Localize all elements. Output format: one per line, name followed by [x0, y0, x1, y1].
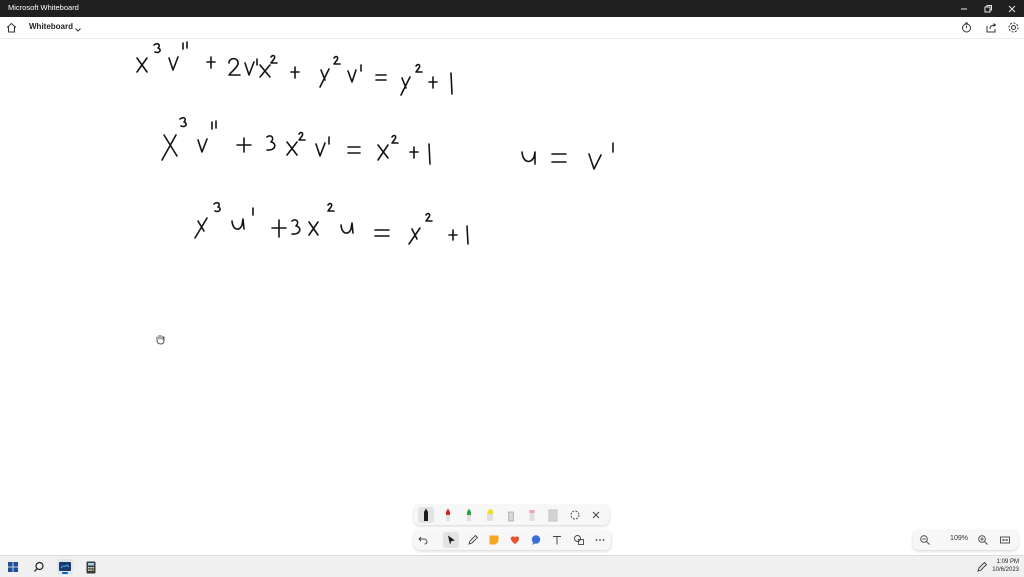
zoom-level[interactable]: 109%	[944, 535, 974, 542]
green-pen-icon[interactable]	[461, 507, 477, 523]
close-icon[interactable]	[1000, 0, 1024, 17]
equation-side-note	[521, 142, 614, 170]
timer-icon[interactable]	[960, 21, 973, 34]
eraser-icon[interactable]	[503, 507, 519, 523]
windows-start-icon[interactable]	[5, 559, 21, 575]
lasso-select-icon[interactable]	[567, 507, 583, 523]
black-pen-icon[interactable]	[418, 507, 434, 523]
settings-icon[interactable]	[1007, 21, 1020, 34]
pen-menu-icon[interactable]	[974, 559, 990, 575]
window-title: Microsoft Whiteboard	[8, 3, 79, 12]
select-arrow-icon[interactable]	[443, 532, 459, 548]
taskbar: 1:09 PM 10/6/2023	[0, 555, 1024, 577]
equation-line-1	[136, 41, 453, 96]
title-bar: Microsoft Whiteboard	[0, 0, 1024, 17]
zoom-in-icon[interactable]	[975, 532, 991, 548]
restore-icon[interactable]	[976, 0, 1000, 17]
red-pen-icon[interactable]	[440, 507, 456, 523]
hand-cursor-icon	[154, 332, 166, 345]
chat-bubble-icon[interactable]	[528, 532, 544, 548]
clock-time: 1:09 PM	[996, 559, 1019, 565]
equation-line-3	[194, 201, 469, 245]
more-options-icon[interactable]	[592, 532, 608, 548]
chevron-down-icon[interactable]	[74, 22, 82, 32]
app-bar: Whiteboard	[0, 17, 1024, 39]
pink-pen-icon[interactable]	[524, 507, 540, 523]
board-name-button[interactable]: Whiteboard	[29, 22, 73, 31]
pen-toolbar	[414, 505, 609, 525]
share-icon[interactable]	[985, 21, 998, 34]
active-app-indicator	[62, 572, 68, 574]
zoom-control: 109%	[913, 530, 1018, 550]
calculator-app-icon[interactable]	[83, 559, 99, 575]
fit-to-screen-icon[interactable]	[997, 532, 1013, 548]
close-icon[interactable]	[588, 507, 604, 523]
undo-icon[interactable]	[415, 532, 431, 548]
zoom-out-icon[interactable]	[917, 532, 933, 548]
minimize-icon[interactable]	[952, 0, 976, 17]
yellow-highlighter-icon[interactable]	[482, 507, 498, 523]
whiteboard-app-icon[interactable]	[57, 559, 73, 575]
sticky-note-icon[interactable]	[486, 532, 502, 548]
clock-date: 10/6/2023	[992, 567, 1019, 573]
shapes-icon[interactable]	[571, 532, 587, 548]
inking-pen-icon[interactable]	[465, 532, 481, 548]
home-icon[interactable]	[5, 21, 18, 34]
system-clock[interactable]: 1:09 PM 10/6/2023	[992, 558, 1019, 574]
ruler-icon[interactable]	[545, 507, 561, 523]
ink-layer	[136, 41, 614, 245]
search-icon[interactable]	[31, 559, 47, 575]
text-icon[interactable]	[549, 532, 565, 548]
whiteboard-canvas[interactable]	[0, 39, 1024, 555]
equation-line-2	[161, 116, 431, 165]
reactions-heart-icon[interactable]	[507, 532, 523, 548]
main-toolbar	[414, 530, 611, 550]
